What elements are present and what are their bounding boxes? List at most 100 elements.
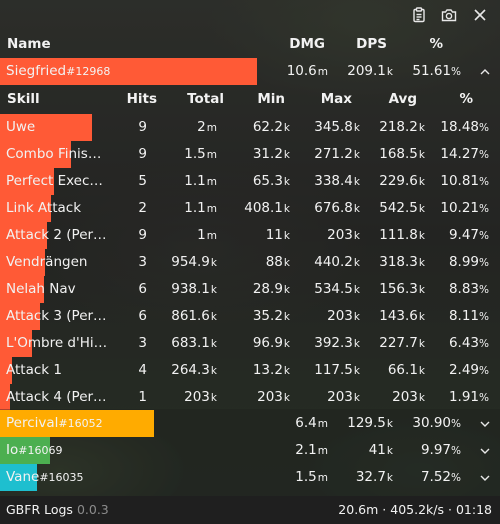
skill-name: Combo Finis… bbox=[6, 146, 102, 162]
col-min-header: Min bbox=[257, 91, 285, 107]
player-pct: 51.61% bbox=[412, 63, 461, 79]
close-icon[interactable] bbox=[472, 7, 488, 23]
skill-row: Link Attack 2 1.1m 408.1k 676.8k 542.5k 10.21% bbox=[0, 195, 500, 222]
skill-min: 31.2k bbox=[252, 146, 290, 162]
col-dps-header: DPS bbox=[356, 36, 387, 52]
skill-hits: 1 bbox=[138, 389, 147, 405]
camera-icon[interactable] bbox=[441, 7, 457, 23]
skill-min: 62.2k bbox=[252, 119, 290, 135]
player-pct: 9.97% bbox=[420, 442, 461, 458]
skill-avg: 168.5k bbox=[379, 146, 425, 162]
player-dps: 41k bbox=[368, 442, 393, 458]
skill-name: Attack 1 bbox=[6, 362, 62, 378]
skill-pct: 9.47% bbox=[448, 227, 489, 243]
skill-pct: 8.99% bbox=[448, 254, 489, 270]
skill-max: 203k bbox=[327, 389, 360, 405]
player-row-vane[interactable]: Vane#16035 1.5m 32.7k 7.52% bbox=[0, 464, 500, 491]
skill-max: 534.5k bbox=[314, 281, 360, 297]
skill-max: 676.8k bbox=[314, 200, 360, 216]
total-damage: 20.6m bbox=[338, 502, 379, 517]
player-dmg: 10.6m bbox=[286, 63, 328, 79]
status-footer: GBFR Logs 0.0.3 20.6m · 405.2k/s · 01:18 bbox=[0, 496, 500, 524]
col-dmg-header: DMG bbox=[289, 36, 325, 52]
skill-total: 2m bbox=[197, 119, 217, 135]
skill-avg: 229.6k bbox=[379, 173, 425, 189]
skill-max: 345.8k bbox=[314, 119, 360, 135]
skill-row: Combo Finis… 9 1.5m 31.2k 271.2k 168.5k 14.27% bbox=[0, 141, 500, 168]
skill-row: Attack 1 4 264.3k 13.2k 117.5k 66.1k 2.49% bbox=[0, 357, 500, 384]
skill-row: Vendrängen 3 954.9k 88k 440.2k 318.3k 8.99% bbox=[0, 249, 500, 276]
skill-total: 861.6k bbox=[171, 308, 217, 324]
skill-hits: 2 bbox=[138, 200, 147, 216]
player-pct: 30.90% bbox=[412, 415, 461, 431]
app-version: 0.0.3 bbox=[76, 502, 109, 517]
chevron-up-icon[interactable] bbox=[477, 58, 493, 85]
skill-name: Nelah Nav bbox=[6, 281, 76, 297]
player-row-io[interactable]: Io#16069 2.1m 41k 9.97% bbox=[0, 437, 500, 464]
skill-avg: 227.7k bbox=[379, 335, 425, 351]
player-dmg: 2.1m bbox=[295, 442, 328, 458]
app-name: GBFR Logs 0.0.3 bbox=[6, 502, 109, 517]
player-dmg: 1.5m bbox=[295, 469, 328, 485]
skill-avg: 318.3k bbox=[379, 254, 425, 270]
skill-pct: 8.83% bbox=[448, 281, 489, 297]
skill-max: 338.4k bbox=[314, 173, 360, 189]
skill-total: 1m bbox=[197, 227, 217, 243]
chevron-down-icon[interactable] bbox=[477, 464, 493, 491]
skill-total: 1.5m bbox=[184, 146, 217, 162]
encounter-duration: 01:18 bbox=[455, 502, 492, 517]
skill-avg: 111.8k bbox=[379, 227, 425, 243]
player-row-percival[interactable]: Percival#16052 6.4m 129.5k 30.90% bbox=[0, 410, 500, 437]
player-name: Siegfried#12968 bbox=[6, 63, 111, 79]
player-name: Percival#16052 bbox=[6, 415, 103, 431]
skill-hits: 9 bbox=[138, 146, 147, 162]
skill-total: 1.1m bbox=[184, 200, 217, 216]
skill-total: 1.1m bbox=[184, 173, 217, 189]
skill-min: 88k bbox=[265, 254, 290, 270]
player-dps: 209.1k bbox=[347, 63, 393, 79]
skill-row: Attack 4 (Per… 1 203k 203k 203k 203k 1.91% bbox=[0, 384, 500, 411]
skill-min: 408.1k bbox=[244, 200, 290, 216]
skill-table-header: Skill Hits Total Min Max Avg % bbox=[0, 86, 500, 113]
skill-row: L'Ombre d'Hi… 3 683.1k 96.9k 392.3k 227.7k 6.4… bbox=[0, 330, 500, 357]
skill-row: Nelah Nav 6 938.1k 28.9k 534.5k 156.3k 8.83% bbox=[0, 276, 500, 303]
skill-min: 28.9k bbox=[252, 281, 290, 297]
skill-pct: 10.21% bbox=[440, 200, 489, 216]
skill-name: L'Ombre d'Hi… bbox=[6, 335, 108, 351]
col-name-header: Name bbox=[7, 36, 51, 52]
skill-min: 96.9k bbox=[252, 335, 290, 351]
skill-hits: 5 bbox=[138, 173, 147, 189]
player-dps: 32.7k bbox=[355, 469, 393, 485]
player-table-header: Name DMG DPS % bbox=[0, 31, 500, 58]
chevron-down-icon[interactable] bbox=[477, 410, 493, 437]
col-pct-header: % bbox=[429, 36, 443, 52]
skill-min: 11k bbox=[265, 227, 290, 243]
col-pct-header: % bbox=[459, 91, 473, 107]
skill-hits: 9 bbox=[138, 227, 147, 243]
skill-pct: 8.11% bbox=[448, 308, 489, 324]
skill-pct: 18.48% bbox=[440, 119, 489, 135]
skill-min: 13.2k bbox=[252, 362, 290, 378]
skill-pct: 2.49% bbox=[448, 362, 489, 378]
skill-hits: 6 bbox=[138, 308, 147, 324]
skill-pct: 10.81% bbox=[440, 173, 489, 189]
player-name: Vane#16035 bbox=[6, 469, 84, 485]
skill-avg: 66.1k bbox=[387, 362, 425, 378]
skill-total: 264.3k bbox=[171, 362, 217, 378]
chevron-down-icon[interactable] bbox=[477, 437, 493, 464]
skill-hits: 9 bbox=[138, 119, 147, 135]
skill-max: 117.5k bbox=[314, 362, 360, 378]
col-skill-header: Skill bbox=[7, 91, 40, 107]
skill-total: 203k bbox=[184, 389, 217, 405]
skill-max: 392.3k bbox=[314, 335, 360, 351]
skill-name: Attack 2 (Per… bbox=[6, 227, 107, 243]
skill-max: 203k bbox=[327, 227, 360, 243]
skill-min: 203k bbox=[257, 389, 290, 405]
skill-max: 440.2k bbox=[314, 254, 360, 270]
encounter-summary: 20.6m · 405.2k/s · 01:18 bbox=[338, 502, 492, 517]
skill-avg: 203k bbox=[392, 389, 425, 405]
clipboard-icon[interactable] bbox=[411, 7, 427, 23]
skill-pct: 6.43% bbox=[448, 335, 489, 351]
skill-row: Attack 2 (Per… 9 1m 11k 203k 111.8k 9.47% bbox=[0, 222, 500, 249]
player-row-siegfried[interactable]: Siegfried#12968 10.6m 209.1k 51.61% bbox=[0, 58, 500, 85]
